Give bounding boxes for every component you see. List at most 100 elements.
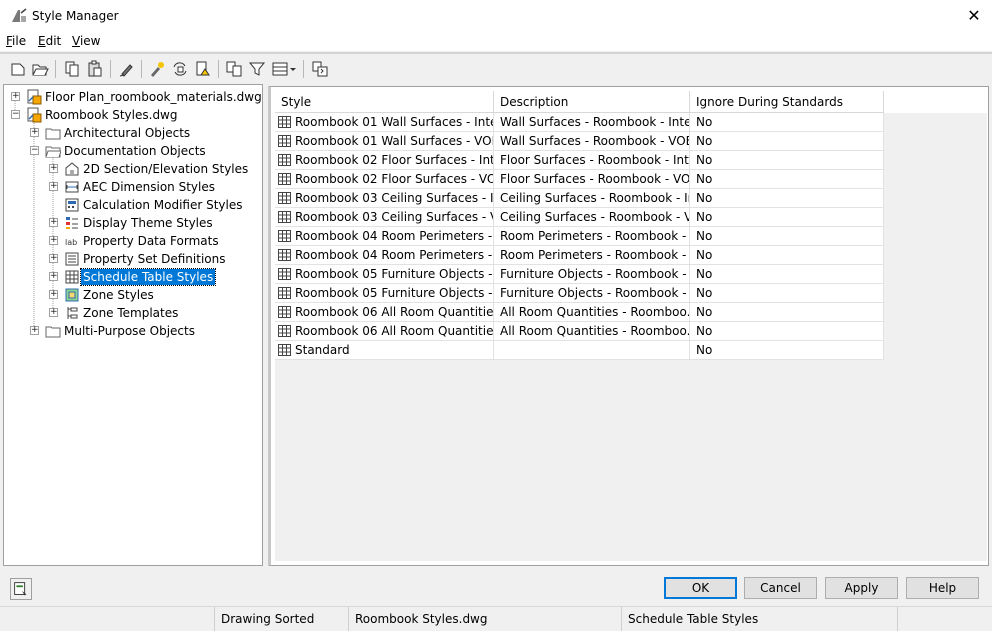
table-row[interactable]: Roombook 02 Floor Surfaces - VOB... Floor… — [275, 170, 884, 189]
description-cell: Floor Surfaces - Roombook - VO... — [494, 170, 690, 189]
new-icon[interactable] — [8, 59, 28, 79]
calculation-icon — [65, 198, 79, 212]
purge-icon[interactable] — [117, 59, 137, 79]
expand-icon[interactable]: + — [49, 272, 58, 281]
cell-text: No — [696, 229, 713, 243]
zone-template-icon — [67, 307, 78, 319]
style-cell: Roombook 02 Floor Surfaces - Inter... — [275, 151, 494, 170]
menu-edit[interactable]: Edit — [38, 34, 61, 48]
edit-style-icon[interactable] — [147, 59, 167, 79]
copy-icon[interactable] — [62, 59, 82, 79]
column-header-description[interactable]: Description — [494, 91, 690, 113]
tree-item[interactable]: + Floor Plan_roombook_materials.dwg — [4, 88, 262, 106]
expand-icon[interactable]: + — [30, 128, 39, 137]
table-row[interactable]: Roombook 06 All Room Quantities ... All R… — [275, 303, 884, 322]
tree-item[interactable]: − Roombook Styles.dwg — [4, 106, 262, 124]
tree-item[interactable]: + Display Theme Styles — [4, 214, 262, 232]
tree-item[interactable]: + Schedule Table Styles — [4, 268, 262, 286]
table-row[interactable]: Roombook 03 Ceiling Surfaces - V... Ceili… — [275, 208, 884, 227]
table-row[interactable]: Roombook 06 All Room Quantities ... All R… — [275, 322, 884, 341]
expand-icon[interactable]: + — [49, 164, 58, 173]
tree-item-label: AEC Dimension Styles — [83, 180, 215, 194]
tree-item[interactable]: + Multi-Purpose Objects — [4, 322, 262, 340]
tree-item-label: Architectural Objects — [64, 126, 191, 140]
collapse-icon[interactable]: − — [11, 110, 20, 119]
style-tree[interactable]: + Floor Plan_roombook_materials.dwg − Roomb… — [3, 84, 263, 566]
table-row[interactable]: Roombook 03 Ceiling Surfaces - Int... Cei… — [275, 189, 884, 208]
tree-item[interactable]: + Zone Styles — [4, 286, 262, 304]
ignore-sync-cell: No — [690, 322, 884, 341]
apply-button[interactable]: Apply — [825, 577, 898, 599]
cell-text: All Room Quantities - Roomboo... — [500, 305, 690, 319]
standards-icon[interactable] — [193, 59, 213, 79]
menu-view[interactable]: View — [72, 34, 100, 48]
menu-bar: File Edit View — [0, 31, 992, 51]
status-empty — [0, 607, 214, 631]
toolbar-separator — [303, 60, 304, 78]
tree-item[interactable]: + Property Set Definitions — [4, 250, 262, 268]
table-row[interactable]: Roombook 05 Furniture Objects - I... Furn… — [275, 265, 884, 284]
drawing-browser-icon[interactable] — [10, 578, 32, 600]
table-row[interactable]: Roombook 05 Furniture Objects - V... Furn… — [275, 284, 884, 303]
description-cell — [494, 341, 690, 360]
table-row[interactable]: Roombook 04 Room Perimeters - V... Room P… — [275, 246, 884, 265]
schedule-table-icon — [278, 306, 291, 318]
schedule-table-icon — [278, 154, 291, 166]
expand-icon[interactable]: + — [30, 326, 39, 335]
table-row[interactable]: Roombook 01 Wall Surfaces - VOB ... Wall … — [275, 132, 884, 151]
table-row[interactable]: Standard No — [275, 341, 884, 360]
cell-text: Roombook 06 All Room Quantities ... — [295, 305, 494, 319]
ignore-sync-cell: No — [690, 208, 884, 227]
cancel-button[interactable]: Cancel — [744, 577, 817, 599]
tree-item[interactable]: − Documentation Objects — [4, 142, 262, 160]
sync-icon[interactable] — [170, 59, 190, 79]
ok-button[interactable]: OK — [664, 577, 737, 599]
expand-icon[interactable]: + — [49, 182, 58, 191]
tree-item[interactable]: + Architectural Objects — [4, 124, 262, 142]
cell-text: Roombook 02 Floor Surfaces - VOB... — [295, 172, 494, 186]
column-header-ignore-sync[interactable]: Ignore During Standards Synchr... — [690, 91, 884, 131]
tree-item[interactable]: +2D Section/Elevation Styles — [4, 160, 262, 178]
style-cell: Roombook 01 Wall Surfaces - Inter... — [275, 113, 494, 132]
tree-item[interactable]: Calculation Modifier Styles — [4, 196, 262, 214]
ignore-sync-cell: No — [690, 189, 884, 208]
cell-text: No — [696, 210, 713, 224]
cell-text: No — [696, 191, 713, 205]
collapse-icon[interactable]: − — [30, 146, 39, 155]
tree-item-label: Multi-Purpose Objects — [64, 324, 195, 338]
open-icon[interactable] — [30, 59, 50, 79]
paste-icon[interactable] — [85, 59, 105, 79]
expand-icon[interactable]: + — [49, 254, 58, 263]
help-button[interactable]: Help — [906, 577, 979, 599]
cell-text: No — [696, 286, 713, 300]
cell-text: No — [696, 248, 713, 262]
toggle-view-icon[interactable] — [310, 59, 330, 79]
filter-icon[interactable] — [247, 59, 267, 79]
expand-icon[interactable]: + — [49, 308, 58, 317]
tree-item-label: Floor Plan_roombook_materials.dwg — [45, 90, 262, 104]
description-cell: Ceiling Surfaces - Roombook - V... — [494, 208, 690, 227]
expand-icon[interactable]: + — [49, 218, 58, 227]
tree-item[interactable]: + Zone Templates — [4, 304, 262, 322]
tree-item[interactable]: + AEC Dimension Styles — [4, 178, 262, 196]
expand-icon[interactable]: + — [49, 236, 58, 245]
zone-style-icon — [65, 288, 79, 302]
schedule-table-icon — [278, 268, 291, 280]
ignore-sync-cell: No — [690, 170, 884, 189]
menu-view-label: iew — [79, 34, 101, 48]
menu-file[interactable]: File — [6, 34, 26, 48]
expand-icon[interactable]: + — [49, 290, 58, 299]
table-row[interactable]: Roombook 04 Room Perimeters - I... Room P… — [275, 227, 884, 246]
table-row[interactable]: Roombook 01 Wall Surfaces - Inter... Wall… — [275, 113, 884, 132]
compare-icon[interactable] — [224, 59, 244, 79]
view-options-icon[interactable] — [270, 59, 298, 79]
cell-text: Room Perimeters - Roombook - I... — [500, 229, 690, 243]
style-cell: Standard — [275, 341, 494, 360]
tree-item[interactable]: + lab Property Data Formats — [4, 232, 262, 250]
close-icon[interactable]: ✕ — [962, 4, 986, 28]
expand-icon[interactable]: + — [11, 92, 20, 101]
table-row[interactable]: Roombook 02 Floor Surfaces - Inter... Flo… — [275, 151, 884, 170]
status-extra — [897, 607, 992, 631]
column-header-style[interactable]: Style — [275, 91, 494, 113]
tree-item-label: Display Theme Styles — [83, 216, 213, 230]
